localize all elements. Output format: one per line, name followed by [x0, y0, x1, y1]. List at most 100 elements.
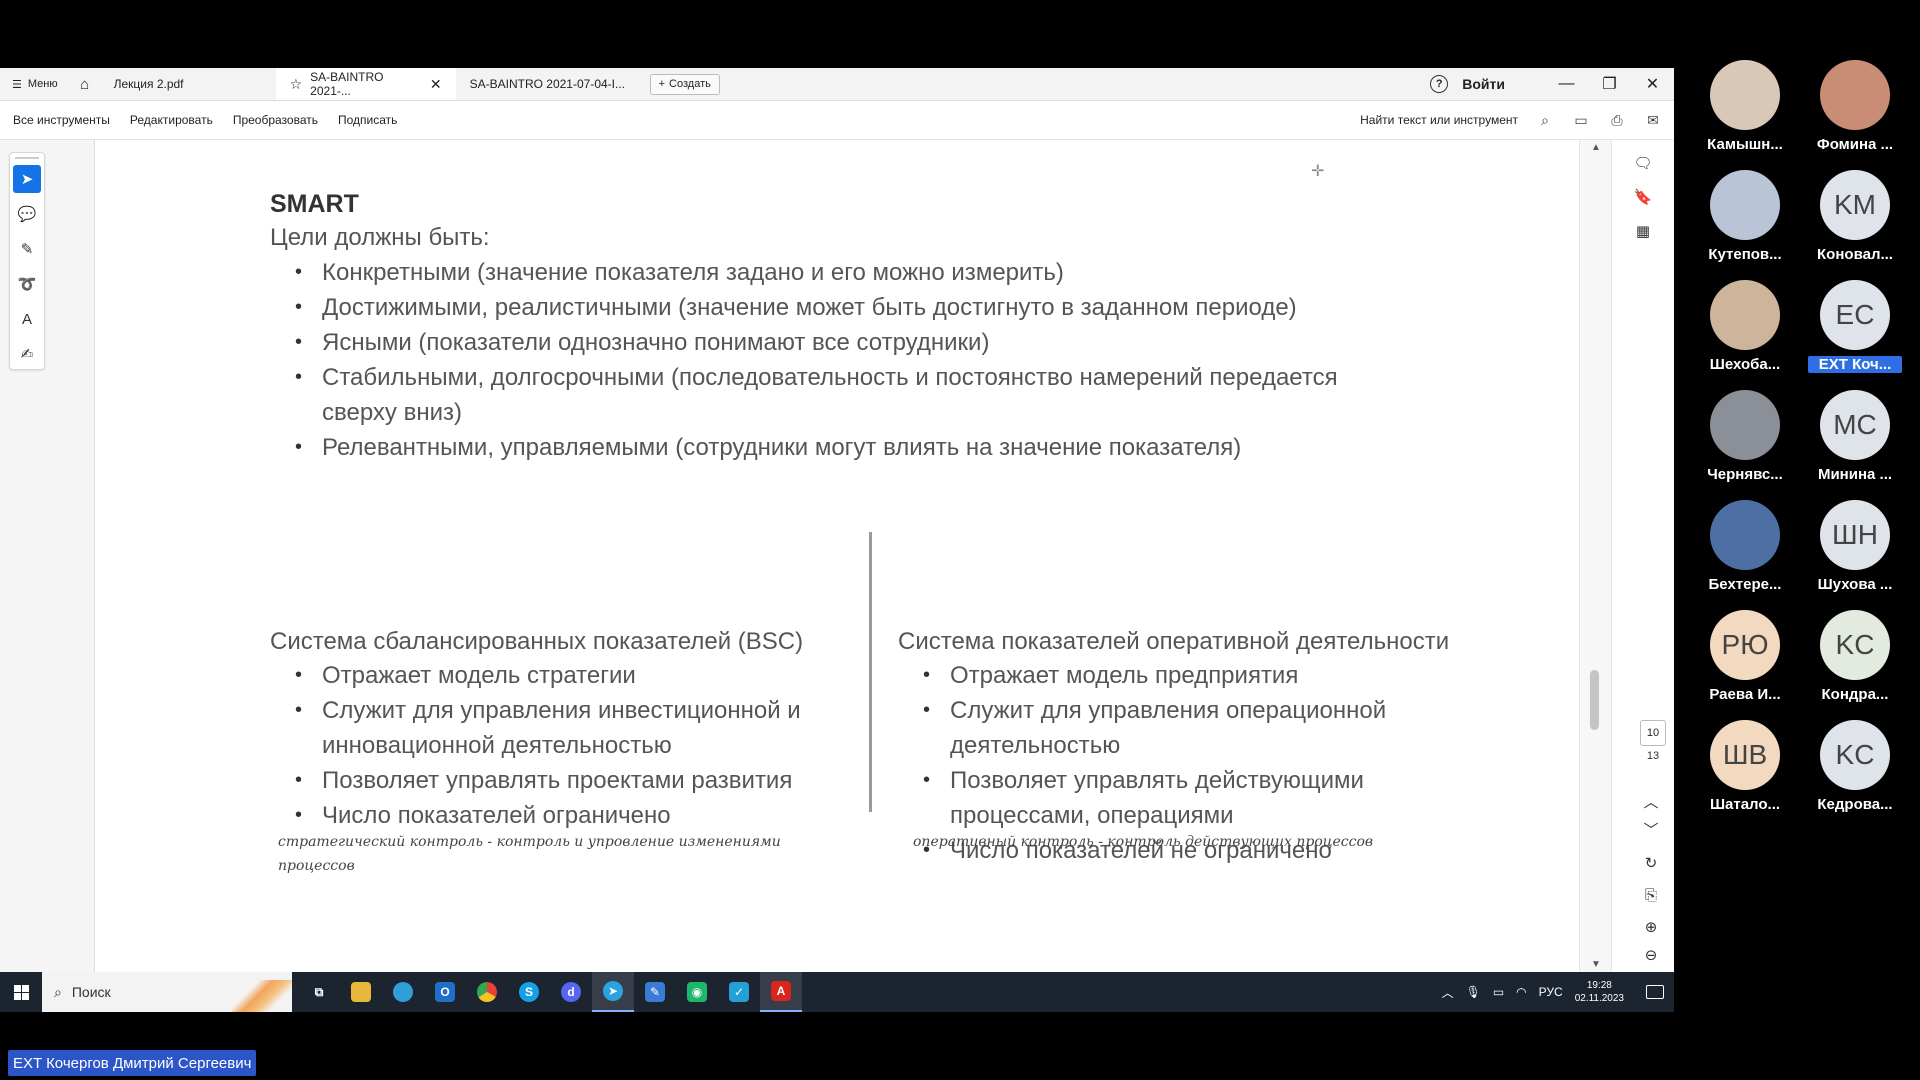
tab-lecture[interactable]: Лекция 2.pdf [100, 68, 276, 100]
file-explorer-icon[interactable] [340, 972, 382, 1012]
participant-tile[interactable]: Бехтере... [1690, 500, 1800, 600]
comment-icon[interactable]: 💬 [13, 200, 41, 228]
zoom-in-icon[interactable]: ⊕ [1640, 916, 1662, 938]
avatar [1710, 500, 1780, 570]
help-icon[interactable]: ? [1430, 75, 1449, 93]
participant-name: Раева И... [1709, 686, 1781, 703]
participant-name: Камышн... [1707, 136, 1783, 153]
menu-label: Меню [27, 78, 58, 90]
document-viewport[interactable]: ✛ SMART Цели должны быть: Конкретными (з… [96, 140, 1579, 972]
scroll-up-icon[interactable]: ▲ [1591, 142, 1601, 153]
telegram-icon[interactable]: ➤ [592, 972, 634, 1012]
edge-icon[interactable] [382, 972, 424, 1012]
chrome-icon[interactable] [466, 972, 508, 1012]
participant-tile[interactable]: ШН Шухова ... [1800, 500, 1910, 600]
acrobat-icon[interactable]: A [760, 972, 802, 1012]
tab-sa-baintro-active[interactable]: ☆ SA-BAINTRO 2021-... ✕ [275, 68, 456, 100]
menu-button[interactable]: ☰ Меню [0, 68, 70, 100]
participant-tile[interactable]: Чернявс... [1690, 390, 1800, 490]
search-highlight-image [232, 980, 292, 1012]
battery-icon[interactable]: ▭ [1493, 985, 1504, 999]
close-window-icon[interactable]: ✕ [1631, 74, 1674, 94]
close-tab-icon[interactable]: ✕ [430, 76, 442, 93]
menu-all-tools[interactable]: Все инструменты [13, 113, 110, 127]
outlook-icon[interactable]: O [424, 972, 466, 1012]
tab-sa-baintro-2[interactable]: SA-BAINTRO 2021-07-04-I... [456, 68, 646, 100]
scroll-down-icon[interactable]: ▼ [1591, 959, 1601, 970]
current-page-input[interactable]: 10 [1640, 720, 1666, 746]
tab-bar: ☰ Меню ⌂ Лекция 2.pdf ☆ SA-BAINTRO 2021-… [0, 68, 1674, 101]
drag-handle[interactable] [15, 157, 39, 159]
select-cursor-icon[interactable]: ➤ [13, 165, 41, 193]
home-icon[interactable]: ⌂ [70, 68, 100, 100]
participant-tile[interactable]: KC Кедрова... [1800, 720, 1910, 820]
minimize-icon[interactable]: — [1545, 75, 1588, 93]
participant-name: Коновал... [1817, 246, 1893, 263]
menu-convert[interactable]: Преобразовать [233, 113, 318, 127]
participant-tile[interactable]: EC EXT Коч... [1800, 280, 1910, 380]
bsc-heading: Система сбалансированных показателей (BS… [270, 628, 804, 655]
sign-icon[interactable]: ✍ [13, 340, 41, 368]
page-up-icon[interactable]: ︿ [1640, 790, 1662, 812]
scroll-thumb[interactable] [1590, 670, 1599, 730]
restore-icon[interactable]: ❐ [1588, 74, 1631, 94]
participant-tile[interactable]: KM Коновал... [1800, 170, 1910, 270]
tray-chevron-icon[interactable]: ︿ [1442, 984, 1454, 1001]
zoom-out-icon[interactable]: ⊖ [1640, 944, 1662, 966]
shared-screen: ☰ Меню ⌂ Лекция 2.pdf ☆ SA-BAINTRO 2021-… [0, 68, 1674, 1012]
participant-tile[interactable]: Камышн... [1690, 60, 1800, 160]
start-button[interactable] [0, 972, 42, 1012]
avatar: РЮ [1710, 610, 1780, 680]
find-tool-label[interactable]: Найти текст или инструмент [1360, 113, 1518, 127]
avatar [1710, 280, 1780, 350]
rotate-icon[interactable]: ↻ [1640, 852, 1662, 874]
participant-tile[interactable]: Шехоба... [1690, 280, 1800, 380]
shield-app-icon[interactable]: ✓ [718, 972, 760, 1012]
text-box-icon[interactable]: A [13, 305, 41, 333]
task-view-icon[interactable]: ⧉ [298, 972, 340, 1012]
lasso-icon[interactable]: ➰ [13, 270, 41, 298]
search-icon[interactable]: ⌕ [1536, 111, 1554, 129]
participant-tile[interactable]: ШВ Шатало... [1690, 720, 1800, 820]
participants-panel: Камышн... Фомина ... Кутепов... KM Коновал..… [1690, 60, 1920, 930]
wifi-icon[interactable]: ◠ [1516, 985, 1526, 999]
windows-logo-icon [13, 984, 29, 1000]
taskbar-search[interactable]: ⌕ Поиск [42, 972, 292, 1012]
page-down-icon[interactable]: ﹀ [1640, 818, 1662, 840]
bookmark-icon[interactable]: 🔖 [1632, 186, 1654, 208]
print-icon[interactable]: ⎙ [1608, 111, 1626, 129]
microphone-icon[interactable]: 🎙 [1466, 985, 1481, 999]
comments-panel-icon[interactable]: 🗨 [1632, 152, 1654, 174]
participant-tile[interactable]: MC Минина ... [1800, 390, 1910, 490]
notification-icon[interactable] [1646, 985, 1664, 999]
language-indicator[interactable]: РУС [1539, 985, 1563, 999]
list-item: Стабильными, долгосрочными (последовател… [270, 360, 1370, 430]
create-tab-button[interactable]: + Создать [649, 73, 720, 95]
participant-tile[interactable]: Фомина ... [1800, 60, 1910, 160]
extract-page-icon[interactable]: ⎘ [1640, 884, 1662, 906]
clock[interactable]: 19:28 02.11.2023 [1575, 979, 1624, 1005]
participant-tile[interactable]: Кутепов... [1690, 170, 1800, 270]
avatar [1820, 60, 1890, 130]
avatar: MC [1820, 390, 1890, 460]
menu-sign[interactable]: Подписать [338, 113, 397, 127]
participant-tile[interactable]: KC Кондра... [1800, 610, 1910, 710]
save-icon[interactable]: ▭ [1572, 111, 1590, 129]
star-icon[interactable]: ☆ [290, 76, 303, 93]
thumbnails-icon[interactable]: ▦ [1632, 220, 1654, 242]
goals-intro: Цели должны быть: [270, 224, 490, 251]
login-button[interactable]: Войти [1462, 76, 1505, 92]
highlight-pen-icon[interactable]: ✎ [13, 235, 41, 263]
menu-edit[interactable]: Редактировать [130, 113, 213, 127]
taskbar-apps: ⧉ O S d ➤ ✎ ◉ ✓ A [298, 972, 802, 1012]
whiteboard-icon[interactable]: ✎ [634, 972, 676, 1012]
clock-date: 02.11.2023 [1574, 993, 1624, 1004]
green-chat-icon[interactable]: ◉ [676, 972, 718, 1012]
tab-label: SA-BAINTRO 2021-... [310, 70, 384, 98]
skype-icon[interactable]: S [508, 972, 550, 1012]
mail-icon[interactable]: ✉ [1644, 111, 1662, 129]
vertical-scrollbar[interactable]: ▲ ▼ [1579, 140, 1611, 972]
discord-icon[interactable]: d [550, 972, 592, 1012]
participant-tile[interactable]: РЮ Раева И... [1690, 610, 1800, 710]
avatar [1710, 170, 1780, 240]
